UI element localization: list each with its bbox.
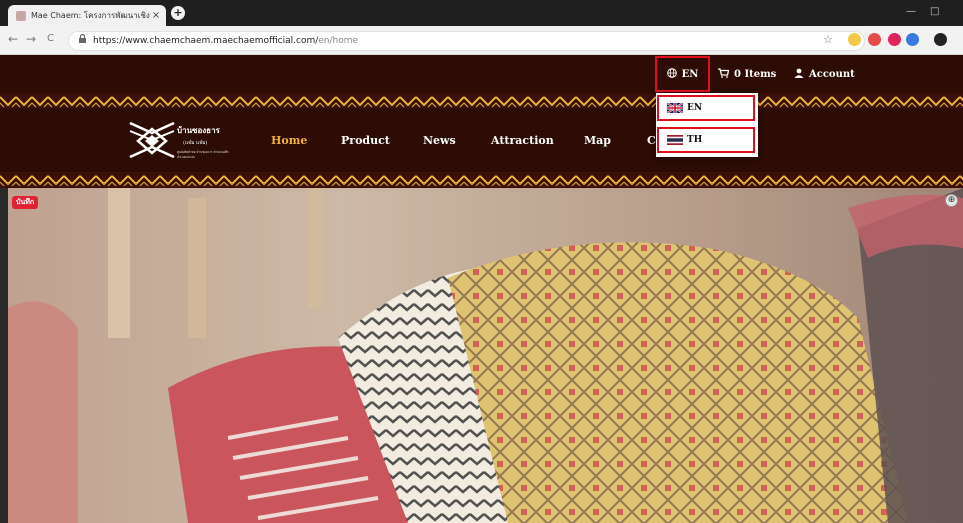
back-button[interactable]: ← (8, 32, 18, 46)
user-icon (794, 68, 804, 81)
uk-flag-icon (667, 103, 683, 113)
site-logo[interactable] (128, 117, 176, 163)
language-label: EN (681, 68, 699, 80)
save-pin-button[interactable]: บันทึก (12, 196, 39, 209)
language-option-label: EN (687, 103, 703, 113)
main-navigation: บ้านซองธาร (แจ๋ม แจ๋ม) ศูนย์ผลิตผ้าทอ บ้… (0, 108, 963, 172)
site-utility-bar: EN 0 Items Account (0, 55, 963, 93)
language-option-label: TH (687, 135, 703, 145)
bookmark-star-icon[interactable]: ☆ (823, 33, 833, 46)
nav-item-map[interactable]: Map (584, 108, 611, 172)
tab-close-icon[interactable]: × (150, 10, 162, 21)
logo-caption: ศูนย์ผลิตผ้าทอ บ้านซองธาร ตำบลแม่ศึก อำเ… (177, 150, 229, 159)
decorative-pattern-strip (0, 172, 963, 188)
decorative-pattern-strip (0, 93, 963, 109)
browser-tab-bar: Mae Chaem: โครงการพัฒนาเชิงพื้นที่ × + —… (0, 0, 963, 26)
nav-item-attraction[interactable]: Attraction (491, 108, 554, 172)
logo-title: บ้านซองธาร (177, 125, 220, 135)
logo-text: บ้านซองธาร (แจ๋ม แจ๋ม) ศูนย์ผลิตผ้าทอ บ้… (177, 124, 231, 160)
nav-item-news[interactable]: News (423, 108, 456, 172)
globe-icon (666, 67, 677, 81)
nav-item-home[interactable]: Home (271, 108, 307, 172)
maximize-icon[interactable]: □ (930, 6, 939, 17)
language-dropdown: EN TH (656, 93, 758, 157)
minimize-icon[interactable]: — (906, 6, 916, 17)
site-favicon-icon (16, 10, 26, 21)
hero-image (8, 188, 963, 523)
extension-icon[interactable] (868, 33, 881, 46)
address-bar[interactable]: https://www.chaemchaem.maechaemofficial.… (68, 31, 865, 51)
forward-button[interactable]: → (26, 32, 36, 46)
lock-icon (79, 32, 86, 50)
logo-subtitle: (แจ๋ม แจ๋ม) (183, 140, 208, 146)
account-link[interactable]: Account (794, 55, 855, 93)
nav-item-product[interactable]: Product (341, 108, 390, 172)
cart-icon (718, 67, 730, 81)
language-option-th[interactable]: TH (657, 127, 755, 153)
thai-flag-icon (667, 135, 683, 145)
extension-icon[interactable] (906, 33, 919, 46)
browser-toolbar: ← → C https://www.chaemchaem.maechaemoff… (0, 26, 963, 55)
language-option-en[interactable]: EN (657, 95, 755, 121)
new-tab-button[interactable]: + (171, 6, 185, 20)
pinterest-icon[interactable] (888, 33, 901, 46)
cart-link[interactable]: 0 Items (718, 55, 776, 93)
url-text: https://www.chaemchaem.maechaemofficial.… (93, 36, 359, 46)
language-button[interactable]: EN (655, 56, 710, 92)
extension-icon[interactable] (848, 33, 861, 46)
tab-title: Mae Chaem: โครงการพัฒนาเชิงพื้นที่ (31, 11, 150, 20)
page-edge (0, 188, 8, 523)
account-label: Account (809, 68, 855, 80)
browser-tab[interactable]: Mae Chaem: โครงการพัฒนาเชิงพื้นที่ × (8, 5, 166, 26)
profile-avatar[interactable] (934, 33, 947, 46)
reload-button[interactable]: C (47, 33, 54, 44)
cart-label: 0 Items (734, 68, 777, 80)
zoom-icon[interactable]: ⊕ (945, 194, 958, 207)
